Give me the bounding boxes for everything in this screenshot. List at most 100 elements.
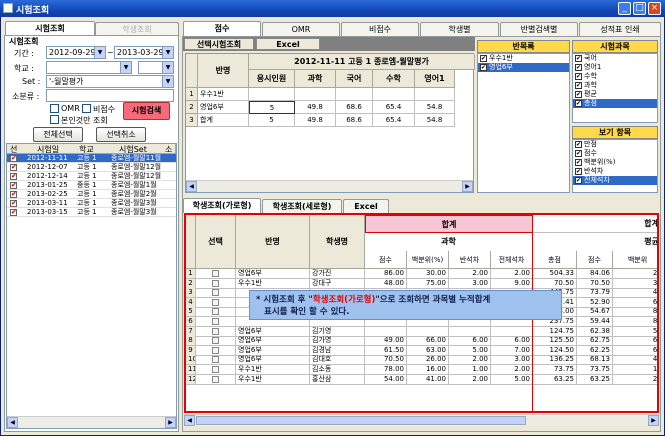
row-select[interactable] — [196, 336, 236, 347]
list-checkbox[interactable]: ✔ — [575, 149, 582, 157]
list-item[interactable]: ✔ 영어1 — [573, 63, 657, 72]
list-checkbox[interactable]: ✔ — [575, 158, 582, 166]
row-select-box[interactable] — [212, 375, 219, 383]
list-item[interactable]: ✔ 2012-11-11 고등 1 종로엠-월말11월 — [7, 154, 176, 163]
chevron-down-icon[interactable]: ▼ — [162, 62, 173, 73]
list-checkbox[interactable]: ✔ — [575, 140, 582, 148]
row-select[interactable] — [196, 355, 236, 366]
row-select[interactable] — [196, 307, 236, 318]
chevron-down-icon[interactable]: ▼ — [162, 47, 173, 58]
list-checkbox[interactable]: ✔ — [480, 63, 487, 71]
set-select[interactable]: '-월말평가 ▼ — [46, 75, 174, 88]
list-item[interactable]: ✔ 2013-02-25 고등 1 종로엠-월말2월 — [7, 190, 176, 199]
tab-score[interactable]: 점수 — [183, 21, 261, 36]
row-select-box[interactable] — [212, 289, 219, 297]
list-item[interactable]: ✔ 영업6부 — [478, 63, 569, 72]
row-select-box[interactable] — [212, 356, 219, 364]
row-select-box[interactable] — [212, 327, 219, 335]
school-select[interactable]: ▼ — [46, 61, 132, 74]
list-item[interactable]: ✔ 백분위(%) — [573, 158, 657, 167]
list-item[interactable]: ✔ 과학 — [573, 81, 657, 90]
list-checkbox[interactable]: ✔ — [575, 63, 582, 71]
chevron-down-icon[interactable]: ▼ — [162, 76, 173, 87]
row-checkbox[interactable]: ✔ — [10, 182, 17, 189]
row-select[interactable] — [196, 317, 236, 327]
nonscore-checkbox[interactable] — [82, 104, 91, 113]
scroll-right-icon[interactable]: ▶ — [165, 417, 176, 428]
row-checkbox[interactable]: ✔ — [10, 164, 17, 171]
row-select[interactable] — [196, 365, 236, 375]
row-select[interactable] — [196, 278, 236, 289]
list-item[interactable]: ✔ 반석차 — [573, 167, 657, 176]
subtab-horizontal[interactable]: 학생조회(가로형) — [183, 198, 261, 213]
subtab-excel[interactable]: Excel — [343, 199, 389, 213]
mine-only-checkbox[interactable] — [50, 115, 59, 124]
list-item[interactable]: ✔ 만점 — [573, 140, 657, 149]
scroll-right-icon[interactable]: ▶ — [648, 415, 659, 426]
exam-search-button[interactable]: 시험검색 — [123, 102, 170, 120]
list-checkbox[interactable]: ✔ — [575, 176, 582, 184]
list-item[interactable]: ✔ 2012-12-07 고등 1 종로엠-월말12월 — [7, 163, 176, 172]
tab-exam-search[interactable]: 시험조회 — [5, 21, 95, 36]
grid-horizontal-scrollbar[interactable]: ◀ ▶ — [184, 414, 659, 426]
chevron-down-icon[interactable]: ▼ — [94, 47, 105, 58]
row-select[interactable] — [196, 345, 236, 356]
tab-by-student[interactable]: 학생별 — [420, 22, 499, 36]
row-select-box[interactable] — [212, 270, 219, 277]
minimize-button[interactable]: _ — [618, 2, 631, 15]
scroll-right-icon[interactable]: ▶ — [462, 181, 473, 192]
tab-omr[interactable]: OMR — [262, 22, 340, 36]
chevron-down-icon[interactable]: ▼ — [120, 62, 131, 73]
school-grade-select[interactable]: ▼ — [138, 61, 174, 74]
row-select-box[interactable] — [212, 366, 219, 373]
row-select[interactable] — [196, 374, 236, 385]
list-item[interactable]: ✔ 2012-12-14 고등 1 종로엠-월말12월 — [7, 172, 176, 181]
tab-nonscore[interactable]: 비점수 — [341, 22, 419, 36]
deselect-button[interactable]: 선택취소 — [96, 127, 146, 142]
scroll-left-icon[interactable]: ◀ — [184, 415, 195, 426]
row-select[interactable] — [196, 297, 236, 308]
list-item[interactable]: ✔ 2013-03-15 고등 1 종로엠-월말3월 — [7, 208, 176, 217]
scroll-left-icon[interactable]: ◀ — [7, 417, 18, 428]
list-checkbox[interactable]: ✔ — [575, 72, 582, 80]
list-item[interactable]: ✔ 평균 — [573, 90, 657, 99]
list-item[interactable]: ✔ 전체석차 — [573, 176, 657, 185]
section-label[interactable]: 선택시험조회 — [184, 38, 254, 50]
list-checkbox[interactable]: ✔ — [575, 99, 582, 107]
omr-checkbox[interactable] — [50, 104, 59, 113]
list-item[interactable]: ✔ 2013-01-25 중등 1 종로엠-월말1월 — [7, 181, 176, 190]
row-checkbox[interactable]: ✔ — [10, 200, 17, 207]
close-button[interactable]: × — [648, 2, 661, 15]
list-item[interactable]: ✔ 우수1반 — [478, 54, 569, 63]
list-checkbox[interactable]: ✔ — [575, 167, 582, 175]
tab-by-class[interactable]: 반별검색별 — [500, 22, 578, 36]
list-checkbox[interactable]: ✔ — [480, 54, 487, 62]
row-select-box[interactable] — [212, 279, 219, 287]
row-checkbox[interactable]: ✔ — [10, 209, 17, 216]
tab-report-print[interactable]: 성적표 인쇄 — [579, 22, 661, 36]
top-horizontal-scrollbar[interactable]: ◀ ▶ — [186, 180, 473, 192]
tab-student-search[interactable]: 학생조회 — [95, 22, 179, 36]
row-checkbox[interactable]: ✔ — [10, 155, 17, 162]
list-checkbox[interactable]: ✔ — [575, 81, 582, 89]
list-item[interactable]: ✔ 총점 — [573, 99, 657, 108]
row-select-box[interactable] — [212, 308, 219, 316]
list-item[interactable]: ✔ 점수 — [573, 149, 657, 158]
horizontal-scrollbar[interactable]: ◀ ▶ — [7, 416, 176, 428]
date-from-input[interactable]: 2012-09-29 ▼ — [46, 46, 106, 59]
subcategory-input[interactable] — [46, 89, 174, 102]
maximize-button[interactable]: □ — [633, 2, 646, 15]
row-select-box[interactable] — [212, 318, 219, 325]
row-select[interactable] — [196, 326, 236, 337]
list-item[interactable]: ✔ 2013-03-11 고등 1 종로엠-월말3월 — [7, 199, 176, 208]
list-checkbox[interactable]: ✔ — [575, 90, 582, 98]
scroll-left-icon[interactable]: ◀ — [186, 181, 197, 192]
date-to-input[interactable]: 2013-03-29 ▼ — [114, 46, 174, 59]
subtab-vertical[interactable]: 학생조회(세로형) — [262, 199, 342, 213]
row-select-box[interactable] — [212, 346, 219, 354]
list-checkbox[interactable]: ✔ — [575, 54, 582, 62]
row-checkbox[interactable]: ✔ — [10, 173, 17, 180]
row-select-box[interactable] — [212, 298, 219, 306]
row-select-box[interactable] — [212, 337, 219, 345]
row-checkbox[interactable]: ✔ — [10, 191, 17, 198]
